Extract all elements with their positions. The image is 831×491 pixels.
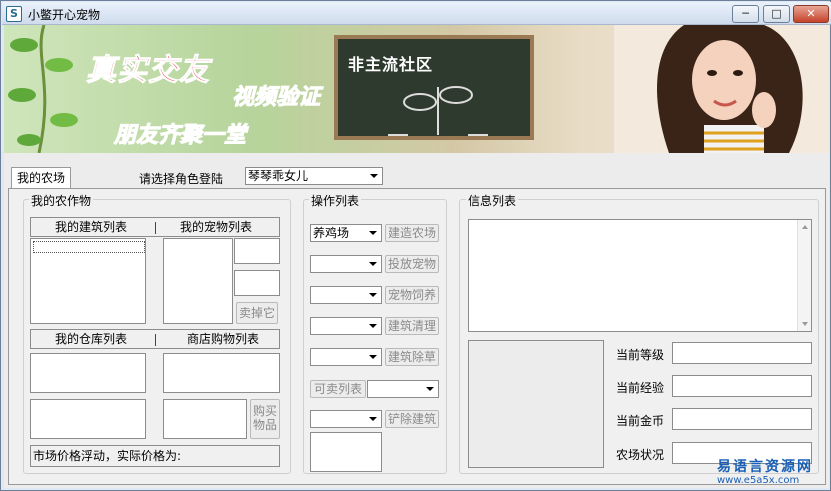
info-group: 信息列表 当前等级 当前经验 当前金币 农场状况 [459,192,819,474]
gold-label: 当前金币 [616,414,665,428]
pet-field-2[interactable] [234,270,280,296]
building-list[interactable] [30,238,146,324]
building-list-header: 我的建筑列表 [55,220,128,234]
shop-list[interactable] [163,353,280,393]
building-pet-header: 我的建筑列表 我的宠物列表 [30,217,280,237]
role-select-label: 请选择角色登陆 [139,172,224,186]
market-price-text: 市场价格浮动，实际价格为: [30,445,280,467]
pet-list-header: 我的宠物列表 [180,220,253,234]
maximize-button[interactable]: □ [763,5,790,23]
ad-banner[interactable]: 非主流社区 真实交友 视频验证 朋友齐聚一堂 [4,25,829,153]
slogan-verify: 视频验证 [231,85,321,111]
warehouse-list-header: 我的仓库列表 [55,332,128,346]
shop-detail[interactable] [163,399,247,439]
plant-sketch-icon [388,86,488,136]
sellable-select[interactable] [367,380,439,398]
feed-pet-select[interactable] [310,286,382,304]
slogan-main: 真实交友 [86,53,210,89]
focus-row [33,241,145,253]
chevron-down-icon [369,355,377,359]
pet-select[interactable] [310,255,382,273]
operations-group: 操作列表 养鸡场 建造农场 投放宠物 宠物饲养 建筑清理 建筑除草 可卖列表 铲… [303,192,447,474]
minimize-button[interactable]: ─ [732,5,759,23]
exp-field[interactable] [672,375,812,397]
warehouse-detail[interactable] [30,399,146,439]
farm-tab-page: 我的农作物 我的建筑列表 我的宠物列表 卖掉它 我的仓库列表 商店购物列表 购买… [8,188,826,485]
client-area: 我的农场 请选择角色登陆 琴琴乖女儿 我的农作物 我的建筑列表 我的宠物列表 卖… [4,153,829,488]
chalkboard: 非主流社区 [334,35,534,140]
demolish-select[interactable] [310,410,382,428]
window-title: 小鳖开心宠物 [28,8,101,22]
info-scrollbar[interactable] [797,220,811,331]
app-icon: S [6,6,22,22]
warehouse-shop-header: 我的仓库列表 商店购物列表 [30,329,280,349]
sellable-list-button[interactable]: 可卖列表 [310,380,366,398]
gold-field[interactable] [672,408,812,430]
operation-preview [310,432,382,472]
chevron-down-icon [369,231,377,235]
build-farm-button[interactable]: 建造农场 [385,224,439,242]
weed-building-button[interactable]: 建筑除草 [385,348,439,366]
board-text: 非主流社区 [348,55,434,74]
chevron-down-icon [370,174,378,178]
vine-leaves-decoration [8,25,78,153]
watermark-url: www.e5a5x.com [717,475,800,486]
chevron-down-icon [426,387,434,391]
info-group-title: 信息列表 [466,192,519,209]
chevron-down-icon [369,262,377,266]
farm-type-select[interactable]: 养鸡场 [310,224,382,242]
role-select-value: 琴琴乖女儿 [248,169,309,183]
watermark-name: 易语言资源网 [717,459,813,475]
clean-building-button[interactable]: 建筑清理 [385,317,439,335]
header-separator [155,222,156,234]
feed-pet-button[interactable]: 宠物饲养 [385,286,439,304]
demolish-button[interactable]: 铲除建筑 [385,410,439,428]
farm-picture [468,340,604,468]
crops-group-title: 我的农作物 [29,192,94,209]
chevron-down-icon [369,324,377,328]
farm-type-value: 养鸡场 [313,226,350,240]
scroll-up-icon[interactable] [802,225,808,229]
tab-my-farm[interactable]: 我的农场 [11,167,71,189]
app-window: S 小鳖开心宠物 ─ □ ✕ 非主流社区 真实交友 视频验证 朋友齐聚一堂 我的… [0,0,831,491]
farm-status-label: 农场状况 [616,448,665,462]
title-bar: S 小鳖开心宠物 ─ □ ✕ [2,2,831,25]
exp-label: 当前经验 [616,381,665,395]
level-field[interactable] [672,342,812,364]
place-pet-button[interactable]: 投放宠物 [385,255,439,273]
pet-field-1[interactable] [234,238,280,264]
sell-button[interactable]: 卖掉它 [236,302,278,324]
chevron-down-icon [369,293,377,297]
model-photo [614,25,829,153]
header-separator [155,334,156,346]
weed-building-select[interactable] [310,348,382,366]
level-label: 当前等级 [616,348,665,362]
scroll-down-icon[interactable] [802,322,808,326]
role-select[interactable]: 琴琴乖女儿 [245,167,383,185]
operations-group-title: 操作列表 [309,192,362,209]
buy-button[interactable]: 购买物品 [250,399,280,439]
warehouse-list[interactable] [30,353,146,393]
pet-list[interactable] [163,238,233,324]
crops-group: 我的农作物 我的建筑列表 我的宠物列表 卖掉它 我的仓库列表 商店购物列表 购买… [23,192,291,474]
chevron-down-icon [369,417,377,421]
slogan-gather: 朋友齐聚一堂 [113,123,247,149]
shop-list-header: 商店购物列表 [187,332,260,346]
clean-building-select[interactable] [310,317,382,335]
close-button[interactable]: ✕ [793,5,829,23]
info-list[interactable] [468,219,812,332]
